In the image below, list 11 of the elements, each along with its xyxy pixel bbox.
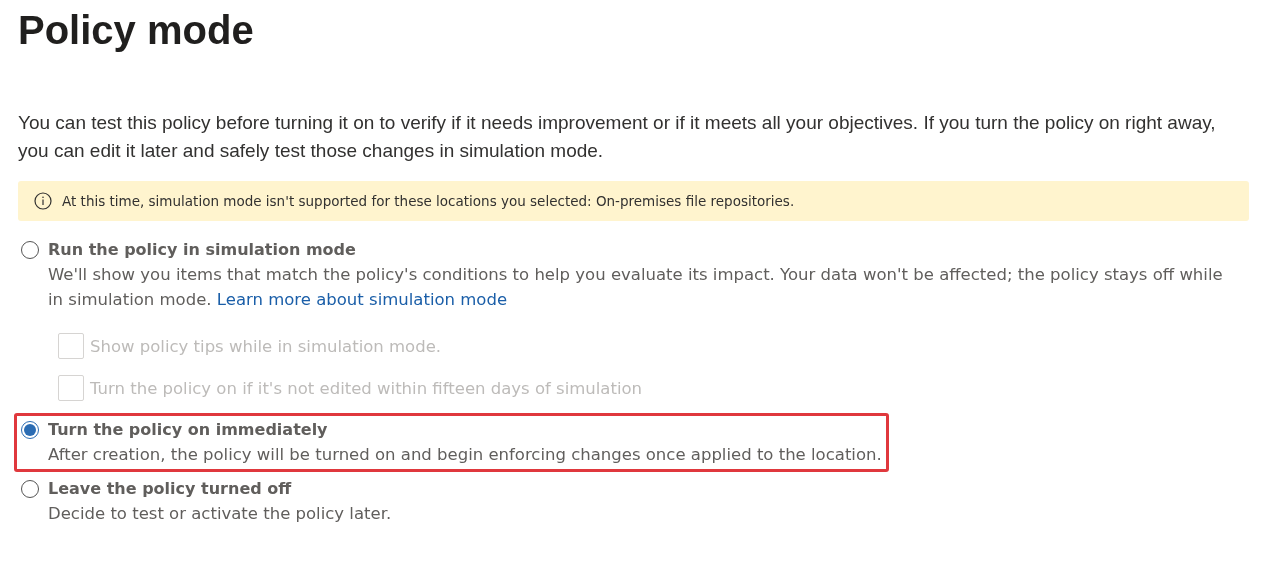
- option-label: Turn the policy on immediately: [48, 419, 329, 441]
- option-description: We'll show you items that match the policy's conditions to help you evaluate its impact. Your data won't be affected; the policy stays off while in simulation mode. Learn more about simulation mode: [48, 264, 1224, 311]
- option-label: Leave the policy turned off: [48, 478, 293, 500]
- info-icon: [34, 192, 52, 210]
- option-description: Decide to test or activate the policy later.: [48, 503, 392, 525]
- option-description: After creation, the policy will be turned on and begin enforcing changes once applied to the location.: [48, 444, 882, 466]
- notice-text: At this time, simulation mode isn't supported for these locations you selected: On-premises file repositories.: [62, 193, 795, 209]
- intro-text: You can test this policy before turning it on to verify if it needs improvement or if it meets all your objectives. If you turn the policy on right away, you can edit it later and safely test those changes in simulation mode.: [18, 111, 1217, 163]
- learn-more-link[interactable]: Learn more about simulation mode: [216, 290, 508, 309]
- page-title: Policy mode: [18, 8, 255, 53]
- option-label: Run the policy in simulation mode: [48, 239, 357, 261]
